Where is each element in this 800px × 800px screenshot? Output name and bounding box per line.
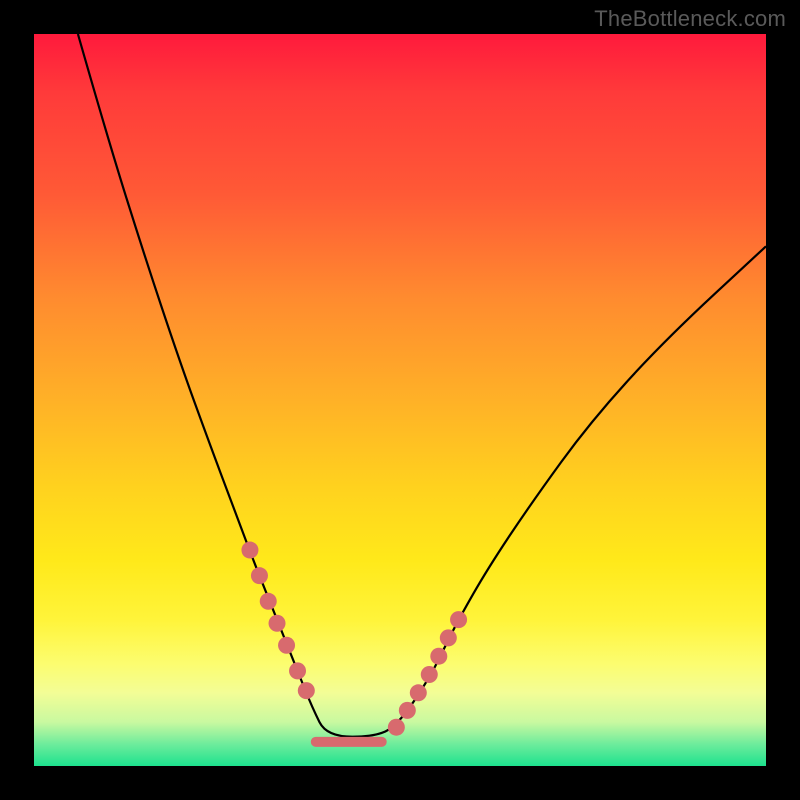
highlight-marker: [410, 684, 427, 701]
plot-area: [34, 34, 766, 766]
highlight-marker: [450, 611, 467, 628]
highlight-marker: [440, 629, 457, 646]
chart-frame: TheBottleneck.com: [0, 0, 800, 800]
highlight-marker: [260, 593, 277, 610]
highlight-marker: [289, 662, 306, 679]
bottleneck-curve: [78, 34, 766, 737]
highlight-marker: [430, 648, 447, 665]
chart-svg: [34, 34, 766, 766]
watermark-text: TheBottleneck.com: [594, 6, 786, 32]
highlight-marker: [421, 666, 438, 683]
highlight-marker: [399, 702, 416, 719]
highlight-marker: [388, 719, 405, 736]
highlight-marker: [298, 682, 315, 699]
highlight-marker: [269, 615, 286, 632]
highlight-marker: [251, 567, 268, 584]
highlight-markers: [241, 542, 467, 736]
highlight-marker: [241, 542, 258, 559]
highlight-marker: [278, 637, 295, 654]
